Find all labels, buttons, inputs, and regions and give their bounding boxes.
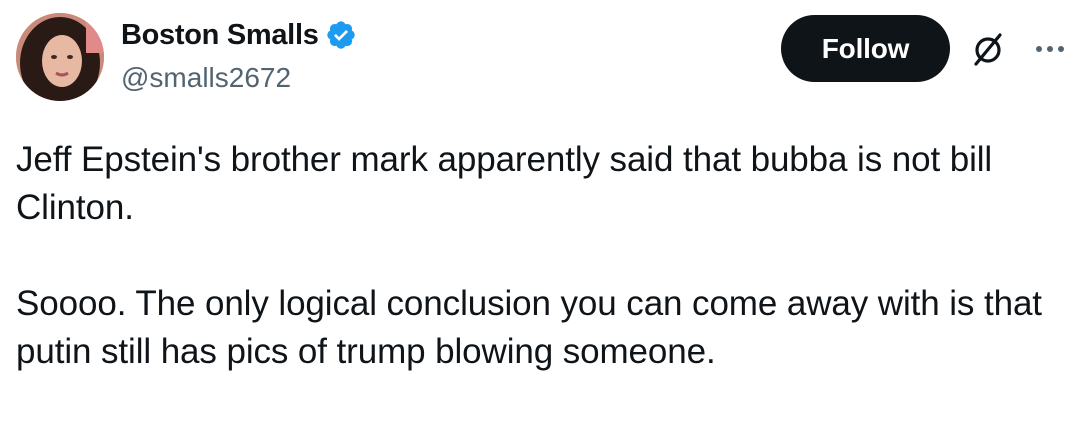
verified-badge-icon bbox=[325, 19, 357, 51]
avatar[interactable] bbox=[16, 13, 104, 101]
tweet-text: Jeff Epstein's brother mark apparently s… bbox=[16, 136, 1066, 376]
author-display-name[interactable]: Boston Smalls bbox=[121, 19, 319, 52]
author-handle[interactable]: @smalls2672 bbox=[121, 62, 291, 94]
follow-button[interactable]: Follow bbox=[781, 15, 950, 82]
tweet-card: Boston Smalls @smalls2672 Follow Jeff Ep… bbox=[0, 0, 1080, 426]
tweet-paragraph: Jeff Epstein's brother mark apparently s… bbox=[16, 140, 993, 227]
author-name-row: Boston Smalls bbox=[121, 17, 357, 53]
more-horizontal-icon[interactable] bbox=[1030, 34, 1070, 64]
more-dot bbox=[1058, 46, 1064, 52]
avatar-image bbox=[16, 13, 104, 101]
more-dot bbox=[1047, 46, 1053, 52]
tweet-paragraph: Soooo. The only logical conclusion you c… bbox=[16, 284, 1042, 371]
grok-slash-icon[interactable] bbox=[967, 28, 1009, 70]
more-dot bbox=[1036, 46, 1042, 52]
